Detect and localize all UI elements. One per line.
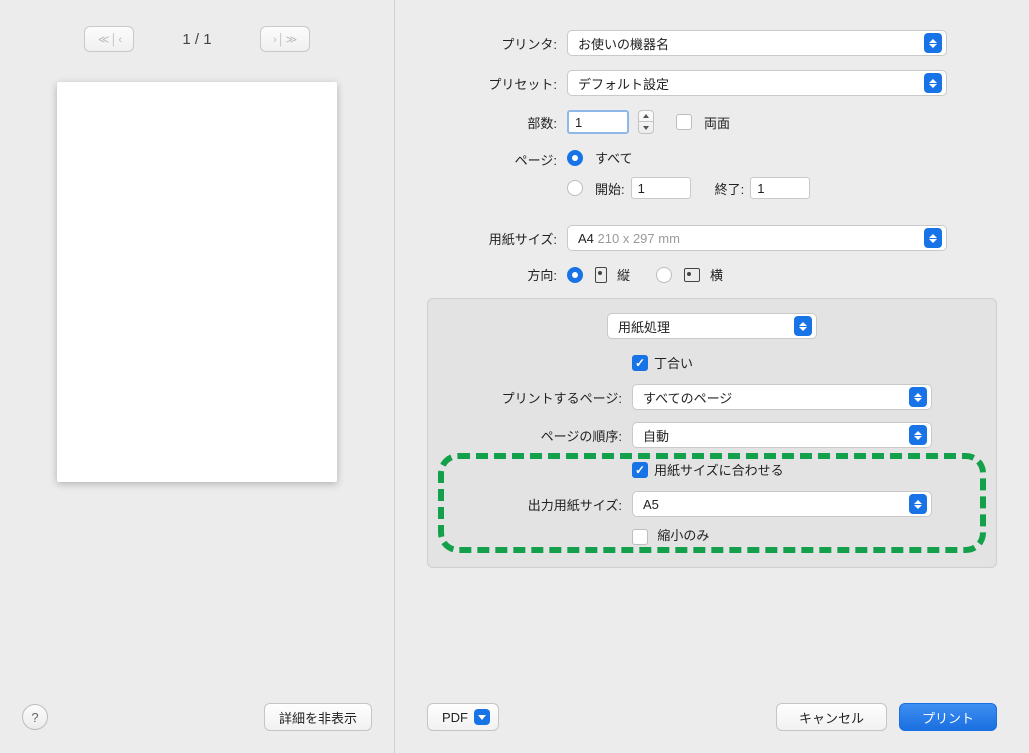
destination-paper-size-label: 出力用紙サイズ: <box>446 495 622 514</box>
shrink-only-label: 縮小のみ <box>657 528 709 543</box>
collate-checkbox[interactable] <box>632 355 648 371</box>
orientation-portrait-label: 縦 <box>617 265 630 284</box>
copies-label: 部数: <box>427 113 557 132</box>
paper-size-label: 用紙サイズ: <box>427 229 557 248</box>
duplex-checkbox[interactable] <box>676 114 692 130</box>
print-dialog: ≪ │ ‹ 1 / 1 › │ ≫ ? 詳細を非表示 プリンタ: お使いの機器名… <box>0 0 1029 753</box>
dropdown-arrow-icon <box>909 494 927 514</box>
preset-value: デフォルト設定 <box>578 74 669 93</box>
paper-size-value: A4 210 x 297 mm <box>578 231 680 246</box>
pages-to-input[interactable] <box>750 177 810 199</box>
orientation-landscape-label: 横 <box>710 265 723 284</box>
print-button[interactable]: プリント <box>899 703 997 731</box>
orientation-portrait-radio[interactable] <box>567 267 583 283</box>
printer-select[interactable]: お使いの機器名 <box>567 30 947 56</box>
portrait-icon <box>595 267 607 283</box>
dropdown-arrow-icon <box>924 73 942 93</box>
duplex-label: 両面 <box>704 113 730 132</box>
destination-paper-size-value: A5 <box>643 497 659 512</box>
next-page-button[interactable]: › │ ≫ <box>260 26 310 52</box>
dropdown-arrow-icon <box>794 316 812 336</box>
dropdown-arrow-icon <box>924 33 942 53</box>
scale-to-fit-label: 用紙サイズに合わせる <box>654 460 784 479</box>
scale-to-fit-checkbox[interactable] <box>632 462 648 478</box>
pages-to-label: 終了: <box>715 179 745 198</box>
preview-pane: ≪ │ ‹ 1 / 1 › │ ≫ ? 詳細を非表示 <box>0 0 395 753</box>
page-preview <box>57 82 337 482</box>
shrink-only-checkbox[interactable] <box>632 529 648 545</box>
page-navigation: ≪ │ ‹ 1 / 1 › │ ≫ <box>20 26 374 52</box>
orientation-label: 方向: <box>427 265 557 284</box>
pages-all-label: すべて <box>595 148 633 167</box>
dropdown-arrow-icon <box>924 228 942 248</box>
pages-to-print-label: プリントするページ: <box>446 388 622 407</box>
hide-details-button[interactable]: 詳細を非表示 <box>264 703 372 731</box>
orientation-landscape-radio[interactable] <box>656 267 672 283</box>
page-indicator: 1 / 1 <box>182 31 211 48</box>
pdf-label: PDF <box>442 710 468 725</box>
destination-paper-size-select[interactable]: A5 <box>632 491 932 517</box>
printer-label: プリンタ: <box>427 34 557 53</box>
prev-page-button[interactable]: ≪ │ ‹ <box>84 26 134 52</box>
panel-menu-value: 用紙処理 <box>618 317 670 336</box>
panel-menu-select[interactable]: 用紙処理 <box>607 313 817 339</box>
page-order-value: 自動 <box>643 426 669 445</box>
landscape-icon <box>684 268 700 282</box>
pages-to-print-value: すべてのページ <box>643 388 732 407</box>
pages-from-label: 開始: <box>595 179 625 198</box>
dropdown-arrow-icon <box>909 425 927 445</box>
copies-stepper[interactable] <box>638 110 654 134</box>
page-order-select[interactable]: 自動 <box>632 422 932 448</box>
pdf-menu-button[interactable]: PDF <box>427 703 499 731</box>
settings-pane: プリンタ: お使いの機器名 プリセット: デフォルト設定 部数: 両面 <box>395 0 1029 753</box>
pages-all-radio[interactable] <box>567 150 583 166</box>
cancel-button[interactable]: キャンセル <box>776 703 887 731</box>
preset-label: プリセット: <box>427 74 557 93</box>
pages-to-print-select[interactable]: すべてのページ <box>632 384 932 410</box>
pages-range-radio[interactable] <box>567 180 583 196</box>
paper-handling-panel: 用紙処理 丁合い プリントするページ: すべてのページ ページの順序: 自動 <box>427 298 997 568</box>
preset-select[interactable]: デフォルト設定 <box>567 70 947 96</box>
shrink-only-row: 縮小のみ <box>632 525 978 545</box>
printer-value: お使いの機器名 <box>578 34 669 53</box>
copies-input[interactable] <box>567 110 629 134</box>
dropdown-arrow-icon <box>474 709 490 725</box>
dropdown-arrow-icon <box>909 387 927 407</box>
help-button[interactable]: ? <box>22 704 48 730</box>
pages-from-input[interactable] <box>631 177 691 199</box>
paper-size-select[interactable]: A4 210 x 297 mm <box>567 225 947 251</box>
page-order-label: ページの順序: <box>446 426 622 445</box>
collate-label: 丁合い <box>654 353 693 372</box>
pages-label: ページ: <box>427 148 557 169</box>
dialog-footer: PDF キャンセル プリント <box>427 703 997 731</box>
